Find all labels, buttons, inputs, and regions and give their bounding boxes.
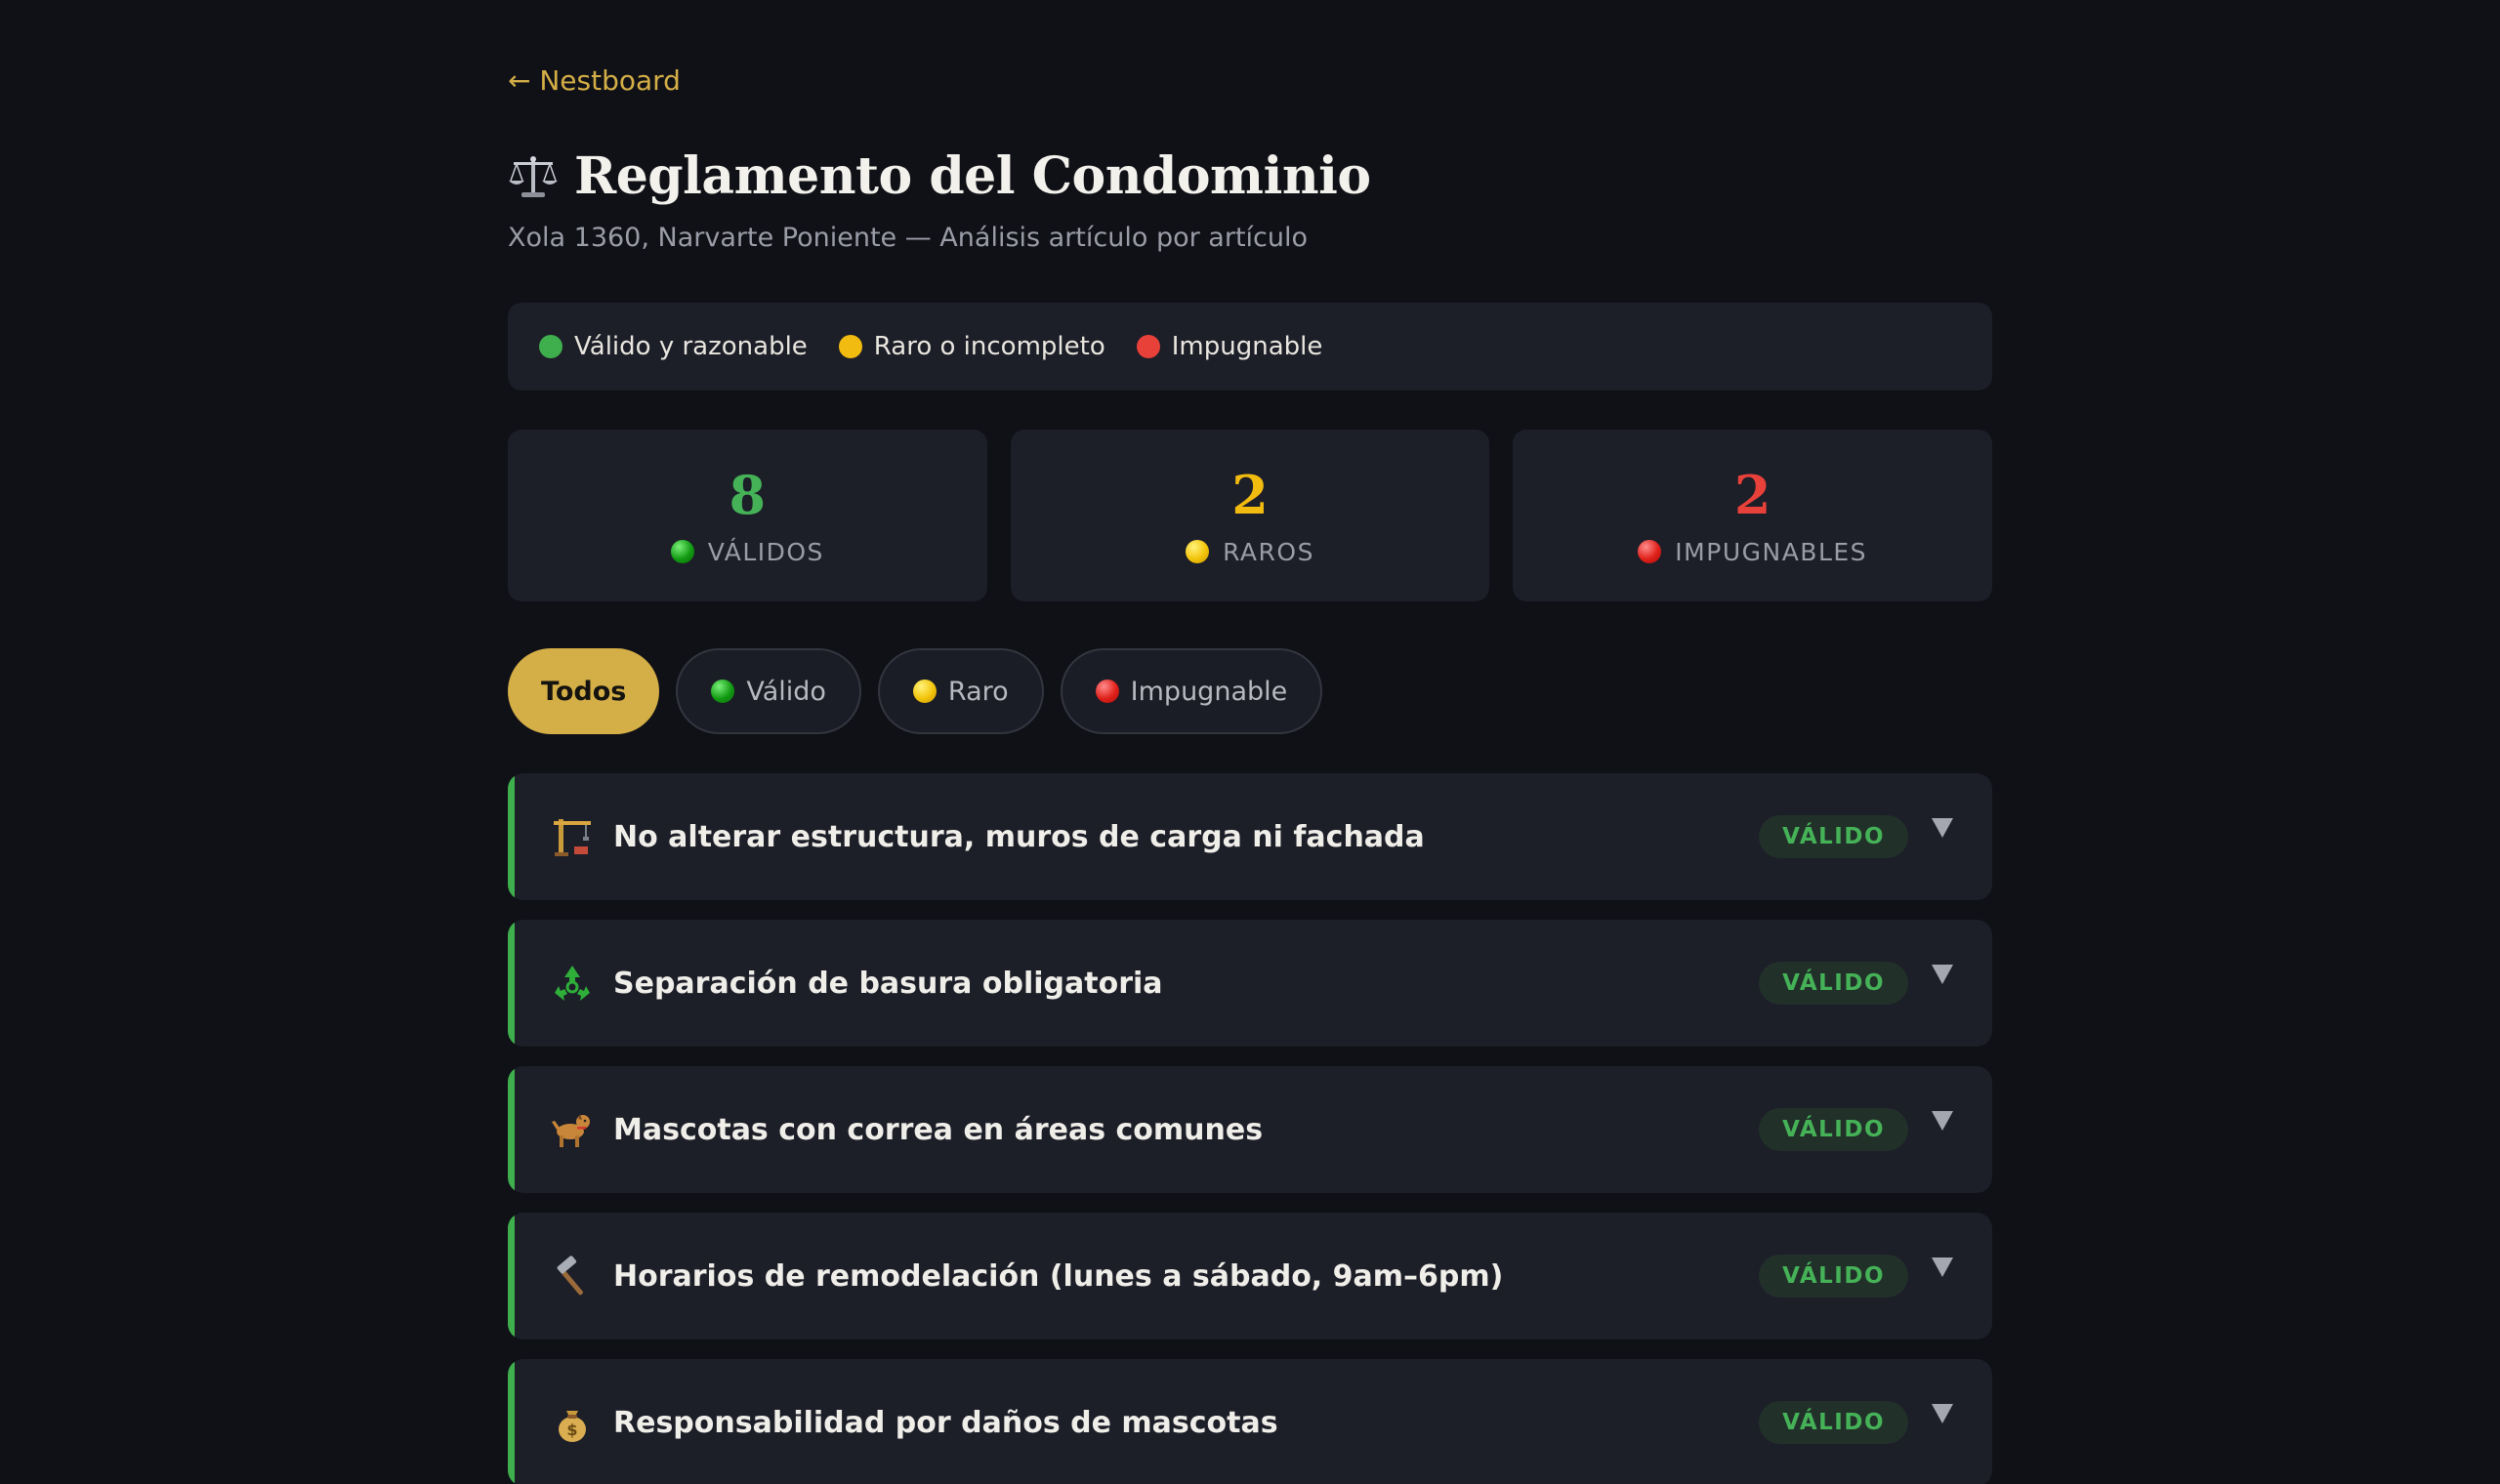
legend-item-odd: Raro o incompleto [838,332,1105,361]
legend-item-valid: Válido y razonable [539,332,808,361]
stat-count-challengeable: 2 [1733,463,1771,526]
status-badge: VÁLIDO [1759,1108,1908,1151]
filter-odd-button[interactable]: Raro [877,648,1044,734]
rule-title: Separación de basura obligatoria [613,966,1163,1001]
rule-title: Horarios de remodelación (lunes a sábado… [613,1258,1504,1294]
chevron-down-icon[interactable] [1932,1257,1953,1277]
green-circle-icon [711,680,735,703]
filter-bar: Todos Válido Raro Impugnable [508,648,1323,734]
stat-label-challengeable: IMPUGNABLES [1638,538,1867,566]
filter-label: Impugnable [1130,676,1288,707]
chevron-down-icon[interactable] [1932,1404,1953,1423]
legend-label: Raro o incompleto [873,332,1105,361]
scales-icon [508,151,559,202]
stat-card-odd: 2 RAROS [1010,430,1490,601]
legend-label: Impugnable [1171,332,1323,361]
status-badge: VÁLIDO [1759,962,1908,1005]
stat-count-odd: 2 [1231,463,1269,526]
stat-card-valid: 8 VÁLIDOS [508,430,987,601]
dog-icon [551,1108,594,1151]
red-dot-icon [1136,335,1160,358]
filter-all-button[interactable]: Todos [508,648,660,734]
page-subtitle: Xola 1360, Narvarte Poniente — Análisis … [508,223,1309,253]
rules-list: No alterar estructura, muros de carga ni… [508,773,1992,1484]
stat-label-valid: VÁLIDOS [670,537,824,566]
legend: Válido y razonable Raro o incompleto Imp… [508,303,1992,391]
filter-challengeable-button[interactable]: Impugnable [1060,648,1323,734]
status-badge: VÁLIDO [1759,815,1908,858]
stat-label-odd: RAROS [1186,538,1314,566]
yellow-circle-icon [912,680,937,703]
svg-text:$: $ [566,1421,577,1439]
rule-title: Responsabilidad por daños de mascotas [613,1405,1278,1440]
chevron-down-icon[interactable] [1932,818,1953,838]
filter-label: Todos [541,676,627,707]
recycle-icon [551,962,594,1005]
stat-label-text: VÁLIDOS [707,537,824,566]
rule-item[interactable]: Mascotas con correa en áreas comunes VÁL… [508,1066,1992,1193]
green-dot-icon [539,335,562,358]
chevron-down-icon[interactable] [1932,1111,1953,1131]
hammer-icon [551,1255,594,1298]
red-circle-icon [1095,680,1119,703]
yellow-dot-icon [838,335,862,358]
rule-item[interactable]: No alterar estructura, muros de carga ni… [508,773,1992,900]
filter-label: Raro [947,676,1009,707]
filter-label: Válido [746,676,826,707]
rule-title: Mascotas con correa en áreas comunes [613,1112,1264,1147]
red-circle-icon [1638,540,1662,563]
rule-item[interactable]: Horarios de remodelación (lunes a sábado… [508,1213,1992,1340]
status-badge: VÁLIDO [1759,1255,1908,1298]
back-link-label: ← Nestboard [508,64,681,97]
title-row: Reglamento del Condominio [508,146,1371,206]
stat-label-text: IMPUGNABLES [1675,537,1868,566]
legend-item-challengeable: Impugnable [1136,332,1323,361]
construction-crane-icon [551,815,594,858]
stat-label-text: RAROS [1223,537,1314,566]
back-link[interactable]: ← Nestboard [508,64,681,97]
green-circle-icon [670,540,694,563]
money-bag-icon: $ [551,1401,594,1444]
chevron-down-icon[interactable] [1932,965,1953,984]
filter-valid-button[interactable]: Válido [676,648,861,734]
stats-row: 8 VÁLIDOS 2 RAROS 2 IMPUGNABLES [508,430,1993,601]
status-badge: VÁLIDO [1759,1401,1908,1444]
rule-title: No alterar estructura, muros de carga ni… [613,819,1425,854]
page-title: Reglamento del Condominio [574,146,1371,206]
yellow-circle-icon [1186,540,1210,563]
rule-item[interactable]: Separación de basura obligatoria VÁLIDO [508,920,1992,1047]
stat-card-challengeable: 2 IMPUGNABLES [1513,430,1993,601]
legend-label: Válido y razonable [574,332,808,361]
rule-item[interactable]: $ Responsabilidad por daños de mascotas … [508,1359,1992,1484]
stat-count-valid: 8 [729,463,767,526]
